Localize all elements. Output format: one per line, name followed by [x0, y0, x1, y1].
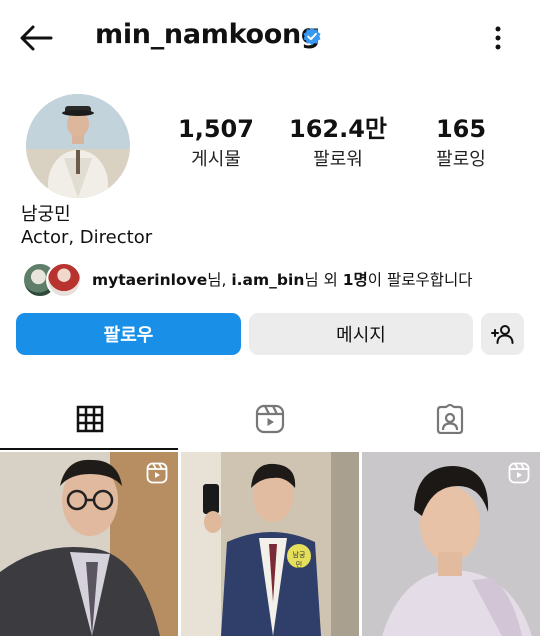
profile-tabs	[0, 388, 540, 450]
tab-posts-grid[interactable]	[0, 388, 180, 450]
active-tab-indicator	[0, 448, 178, 450]
post-thumbnail	[181, 452, 359, 636]
followed-by-separator: 님,	[207, 271, 232, 289]
stat-following[interactable]: 165 팔로잉	[406, 112, 516, 174]
stat-posts[interactable]: 1,507 게시물	[161, 112, 271, 174]
tab-reels[interactable]	[180, 388, 360, 450]
more-options-button[interactable]	[486, 24, 510, 52]
grid-post[interactable]	[0, 452, 178, 636]
verified-badge-icon	[303, 27, 321, 46]
message-button[interactable]: 메시지	[249, 313, 473, 355]
followed-by-avatars[interactable]	[22, 262, 82, 298]
posts-grid: 남궁민	[0, 452, 540, 636]
stat-followers[interactable]: 162.4만 팔로워	[283, 112, 393, 174]
badge-text: 남궁민	[292, 551, 306, 569]
grid-post[interactable]	[362, 452, 540, 636]
more-vertical-icon	[495, 26, 501, 50]
stat-following-label: 팔로잉	[436, 149, 486, 170]
arrow-left-icon	[20, 25, 53, 51]
followed-by-user-2[interactable]: i.am_bin	[231, 271, 304, 289]
profile-name: 남궁민	[21, 204, 71, 225]
stat-followers-count: 162.4만	[289, 115, 387, 143]
profile-avatar[interactable]	[26, 94, 130, 198]
suggested-users-button[interactable]	[481, 313, 524, 355]
tab-tagged[interactable]	[360, 388, 540, 450]
grid-icon	[76, 405, 104, 433]
followed-by-user-1[interactable]: mytaerinlove	[92, 271, 207, 289]
stat-posts-count: 1,507	[178, 115, 254, 143]
back-button[interactable]	[18, 22, 54, 54]
profile-username: min_namkoong	[95, 19, 320, 50]
follow-button[interactable]: 팔로우	[16, 313, 241, 355]
stat-following-count: 165	[435, 115, 487, 143]
follower-avatar	[46, 262, 82, 298]
followed-by-suffix: 이 팔로우합니다	[367, 271, 473, 289]
reels-badge-icon	[508, 462, 530, 484]
followed-by-separator: 님 외	[304, 271, 343, 289]
tagged-icon	[436, 404, 464, 434]
stat-followers-label: 팔로워	[313, 149, 363, 170]
add-person-icon	[490, 325, 513, 344]
reels-icon	[255, 404, 285, 434]
stat-posts-label: 게시물	[191, 149, 241, 170]
avatar-photo	[26, 94, 130, 198]
profile-header: min_namkoong	[0, 0, 540, 76]
reels-badge-icon	[146, 462, 168, 484]
followed-by-text[interactable]: mytaerinlove님, i.am_bin님 외 1명이 팔로우합니다	[92, 268, 473, 290]
grid-post[interactable]: 남궁민	[181, 452, 359, 636]
followed-by-count: 1명	[342, 271, 368, 289]
profile-bio: Actor, Director	[21, 227, 153, 248]
